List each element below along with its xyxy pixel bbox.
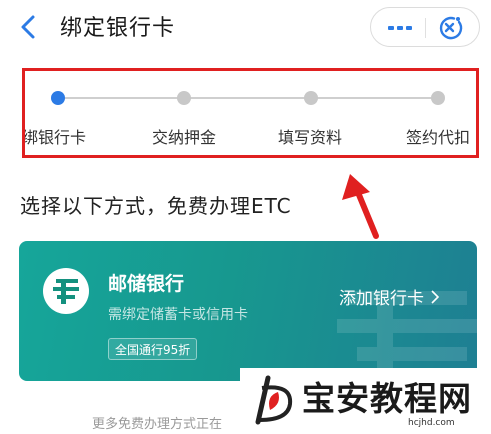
watermark-logo-icon (252, 374, 296, 426)
watermark-url: hcjhd.com (408, 418, 455, 428)
watermark-title: 宝安教程网 (302, 379, 472, 418)
header-bar: 绑定银行卡 (0, 0, 491, 56)
more-dots-icon[interactable] (383, 16, 417, 40)
section-heading: 选择以下方式，免费办理ETC (20, 194, 292, 218)
chevron-right-icon (430, 289, 440, 309)
more-methods-text: 更多免费办理方式正在 (92, 417, 223, 432)
bank-name: 邮储银行 (108, 273, 185, 295)
annotation-highlight-box (22, 68, 479, 158)
add-bank-card-button[interactable]: 添加银行卡 (339, 284, 440, 309)
discount-badge: 全国通行95折 (108, 338, 198, 360)
miniapp-close-icon[interactable] (435, 14, 465, 42)
page-title: 绑定银行卡 (60, 16, 176, 41)
annotation-arrow-icon (340, 172, 390, 244)
back-icon[interactable] (14, 12, 44, 42)
capsule-divider (425, 18, 426, 38)
watermark: 宝安教程网 hcjhd.com (240, 368, 491, 434)
postal-bank-logo-icon (43, 268, 89, 314)
postal-bank-card[interactable]: 邮储银行 需绑定储蓄卡或信用卡 全国通行95折 添加银行卡 (19, 241, 477, 381)
add-bank-card-label: 添加银行卡 (339, 289, 424, 309)
bank-description: 需绑定储蓄卡或信用卡 (108, 307, 248, 323)
miniapp-capsule (370, 7, 480, 47)
